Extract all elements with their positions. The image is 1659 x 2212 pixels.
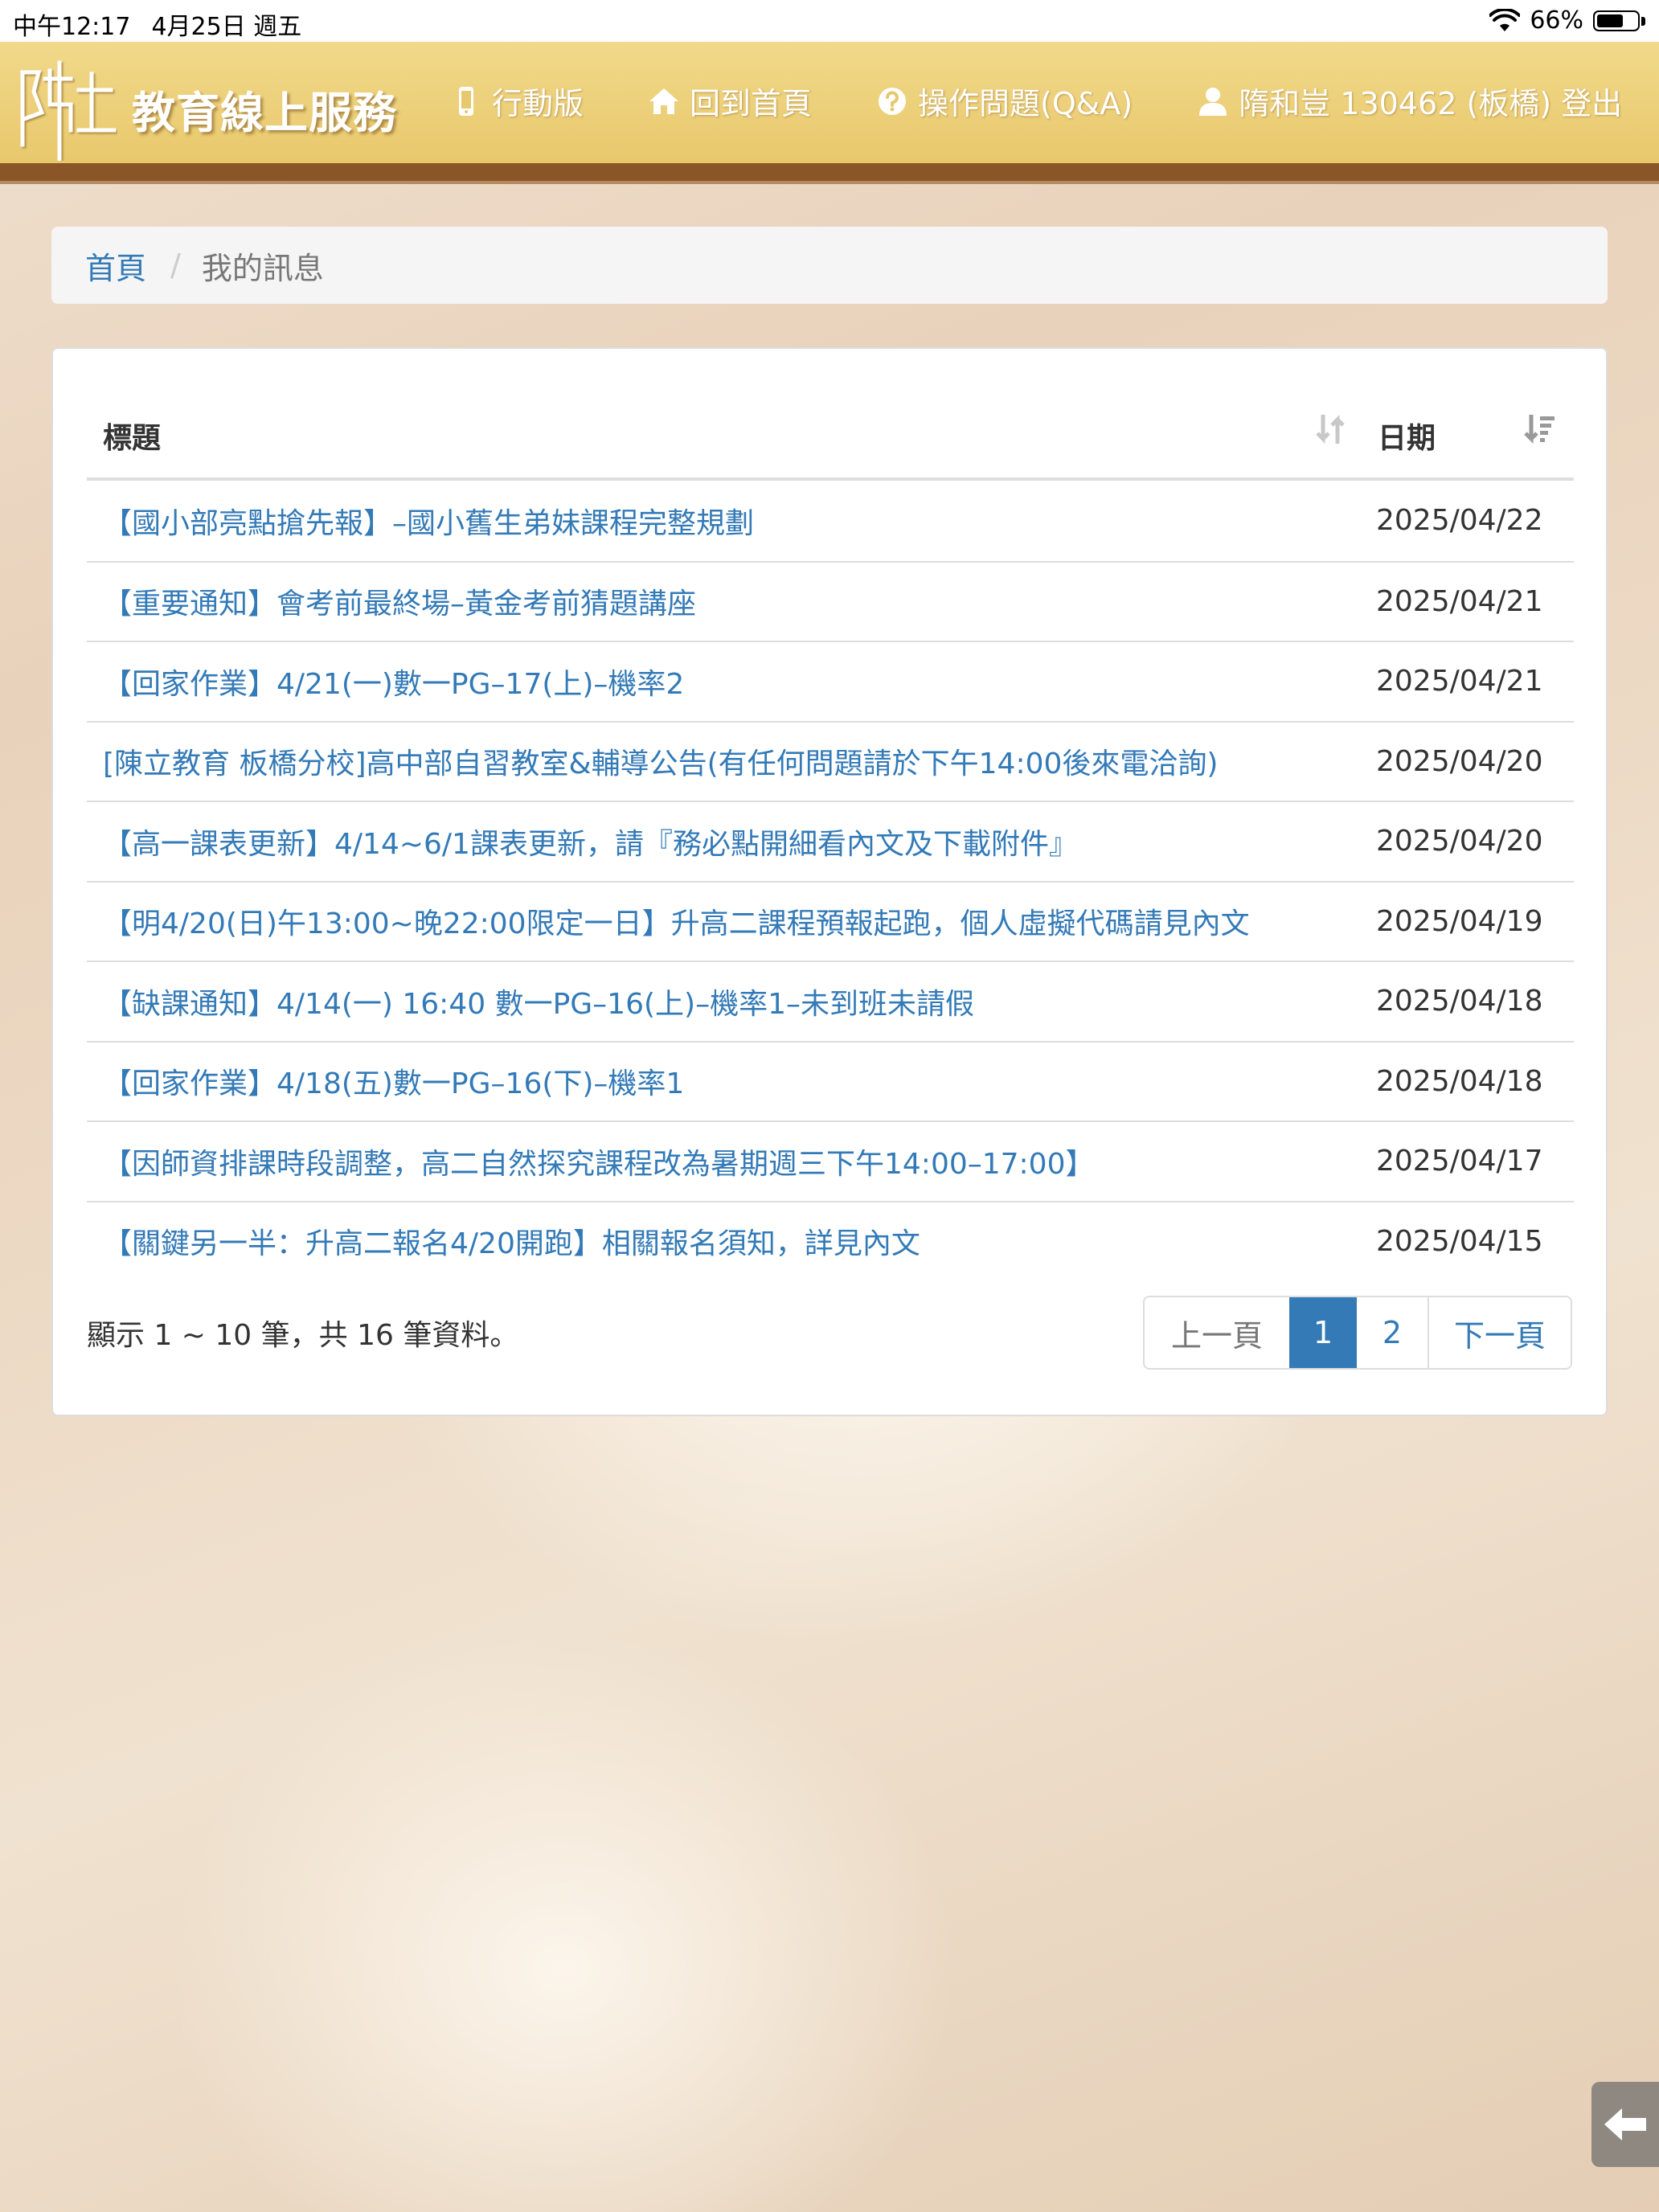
message-title-link[interactable]: 【國小部亮點搶先報】–國小舊生弟妹課程完整規劃 — [87, 500, 1362, 542]
message-title-link[interactable]: 【回家作業】4/18(五)數一PG–16(下)–機率1 — [87, 1060, 1362, 1102]
breadcrumb-current: 我的訊息 — [201, 250, 324, 286]
page-1-button[interactable]: 1 — [1289, 1297, 1357, 1368]
battery-percent: 66% — [1530, 6, 1583, 35]
sort-both-icon — [1316, 414, 1345, 444]
message-date: 2025/04/18 — [1376, 1064, 1543, 1098]
home-icon — [649, 88, 679, 114]
message-date: 2025/04/18 — [1376, 985, 1543, 1018]
user-icon — [1199, 87, 1227, 116]
status-time: 中午12:17 — [13, 13, 131, 41]
mobile-icon — [459, 86, 473, 116]
question-circle-icon — [879, 87, 907, 115]
table-row: 【關鍵另一半：升高二報名4/20開跑】相關報名須知，詳見內文 2025/04/15 — [87, 1200, 1574, 1281]
messages-panel: 標題 日期 【國小部亮點搶先報】–國小舊生弟妹課程完整規劃 2025/04/22 — [51, 347, 1608, 1416]
table-body: 【國小部亮點搶先報】–國小舊生弟妹課程完整規劃 2025/04/22 【重要通知】… — [87, 481, 1574, 1280]
back-button[interactable] — [1591, 2082, 1659, 2167]
nav-user-logout[interactable]: 隋和豈 130462 (板橋) 登出 — [1197, 79, 1622, 123]
message-title-link[interactable]: [陳立教育 板橋分校]高中部自習教室&輔導公告(有任何問題請於下午14:00後來… — [87, 740, 1362, 782]
column-header-date[interactable]: 日期 — [1362, 415, 1574, 457]
nav-faq[interactable]: 操作問題(Q&A) — [876, 79, 1133, 123]
nav-user-label: 隋和豈 130462 (板橋) 登出 — [1239, 86, 1623, 121]
nav-home[interactable]: 回到首頁 — [648, 79, 812, 123]
table-row: [陳立教育 板橋分校]高中部自習教室&輔導公告(有任何問題請於下午14:00後來… — [87, 720, 1574, 801]
table-row: 【因師資排課時段調整，高二自然探究課程改為暑期週三下午14:00–17:00】 2… — [87, 1120, 1574, 1201]
table-row: 【高一課表更新】4/14~6/1課表更新，請『務必點開細看內文及下載附件』 202… — [87, 801, 1574, 881]
message-date: 2025/04/22 — [1376, 504, 1543, 538]
prev-page-button[interactable]: 上一頁 — [1145, 1297, 1289, 1368]
message-title-link[interactable]: 【回家作業】4/21(一)數一PG–17(上)–機率2 — [87, 661, 1362, 703]
brand-logo[interactable]: 教育線上服務 — [14, 56, 397, 161]
message-date: 2025/04/15 — [1376, 1224, 1543, 1258]
message-title-link[interactable]: 【缺課通知】4/14(一) 16:40 數一PG–16(上)–機率1–未到班未請… — [87, 981, 1362, 1022]
message-title-link[interactable]: 【明4/20(日)午13:00~晚22:00限定一日】升高二課程預報起跑，個人虛… — [87, 900, 1362, 942]
message-title-link[interactable]: 【關鍵另一半：升高二報名4/20開跑】相關報名須知，詳見內文 — [87, 1220, 1362, 1262]
message-title-link[interactable]: 【高一課表更新】4/14~6/1課表更新，請『務必點開細看內文及下載附件』 — [87, 821, 1362, 862]
arrow-left-icon — [1604, 2108, 1646, 2140]
column-header-title[interactable]: 標題 — [87, 414, 1362, 457]
status-bar: 中午12:17 4月25日 週五 66% — [0, 0, 1659, 42]
message-date: 2025/04/19 — [1376, 904, 1543, 938]
message-date: 2025/04/17 — [1376, 1145, 1543, 1178]
table-row: 【回家作業】4/18(五)數一PG–16(下)–機率1 2025/04/18 — [87, 1040, 1574, 1121]
message-title-link[interactable]: 【重要通知】會考前最終場–黃金考前猜題講座 — [87, 580, 1362, 622]
table-header: 標題 日期 — [87, 394, 1574, 481]
table-row: 【重要通知】會考前最終場–黃金考前猜題講座 2025/04/21 — [87, 560, 1574, 641]
breadcrumb-home-link[interactable]: 首頁 — [85, 244, 146, 288]
page-2-button[interactable]: 2 — [1357, 1297, 1428, 1368]
message-date: 2025/04/20 — [1376, 744, 1543, 778]
table-row: 【國小部亮點搶先報】–國小舊生弟妹課程完整規劃 2025/04/22 — [87, 481, 1574, 561]
nav-mobile-label: 行動版 — [492, 86, 584, 121]
sort-descending-icon — [1524, 415, 1555, 444]
brand-title: 教育線上服務 — [132, 87, 397, 138]
wifi-icon — [1489, 8, 1521, 31]
chen-li-logo-icon — [20, 60, 117, 161]
messages-table: 標題 日期 【國小部亮點搶先報】–國小舊生弟妹課程完整規劃 2025/04/22 — [87, 394, 1574, 1280]
breadcrumb: 首頁 / 我的訊息 — [51, 227, 1608, 304]
message-title-link[interactable]: 【因師資排課時段調整，高二自然探究課程改為暑期週三下午14:00–17:00】 — [87, 1141, 1362, 1182]
message-date: 2025/04/21 — [1376, 665, 1543, 698]
nav-faq-label: 操作問題(Q&A) — [918, 86, 1133, 121]
message-date: 2025/04/21 — [1376, 584, 1543, 618]
message-date: 2025/04/20 — [1376, 825, 1543, 858]
battery-icon — [1593, 9, 1646, 33]
nav-home-label: 回到首頁 — [690, 86, 813, 121]
pagination-summary: 顯示 1 ~ 10 筆，共 16 筆資料。 — [87, 1319, 519, 1352]
pagination: 上一頁 1 2 下一頁 — [1143, 1296, 1572, 1370]
status-date: 4月25日 週五 — [151, 13, 302, 41]
table-row: 【缺課通知】4/14(一) 16:40 數一PG–16(上)–機率1–未到班未請… — [87, 961, 1574, 1041]
nav-mobile-version[interactable]: 行動版 — [450, 79, 584, 123]
next-page-button[interactable]: 下一頁 — [1428, 1297, 1571, 1368]
table-row: 【明4/20(日)午13:00~晚22:00限定一日】升高二課程預報起跑，個人虛… — [87, 880, 1574, 961]
table-row: 【回家作業】4/21(一)數一PG–17(上)–機率2 2025/04/21 — [87, 641, 1574, 721]
breadcrumb-separator: / — [170, 248, 181, 283]
navbar: 教育線上服務 行動版 回到首頁 操作問題(Q&A) 隋和豈 130462 (板橋… — [0, 42, 1659, 184]
